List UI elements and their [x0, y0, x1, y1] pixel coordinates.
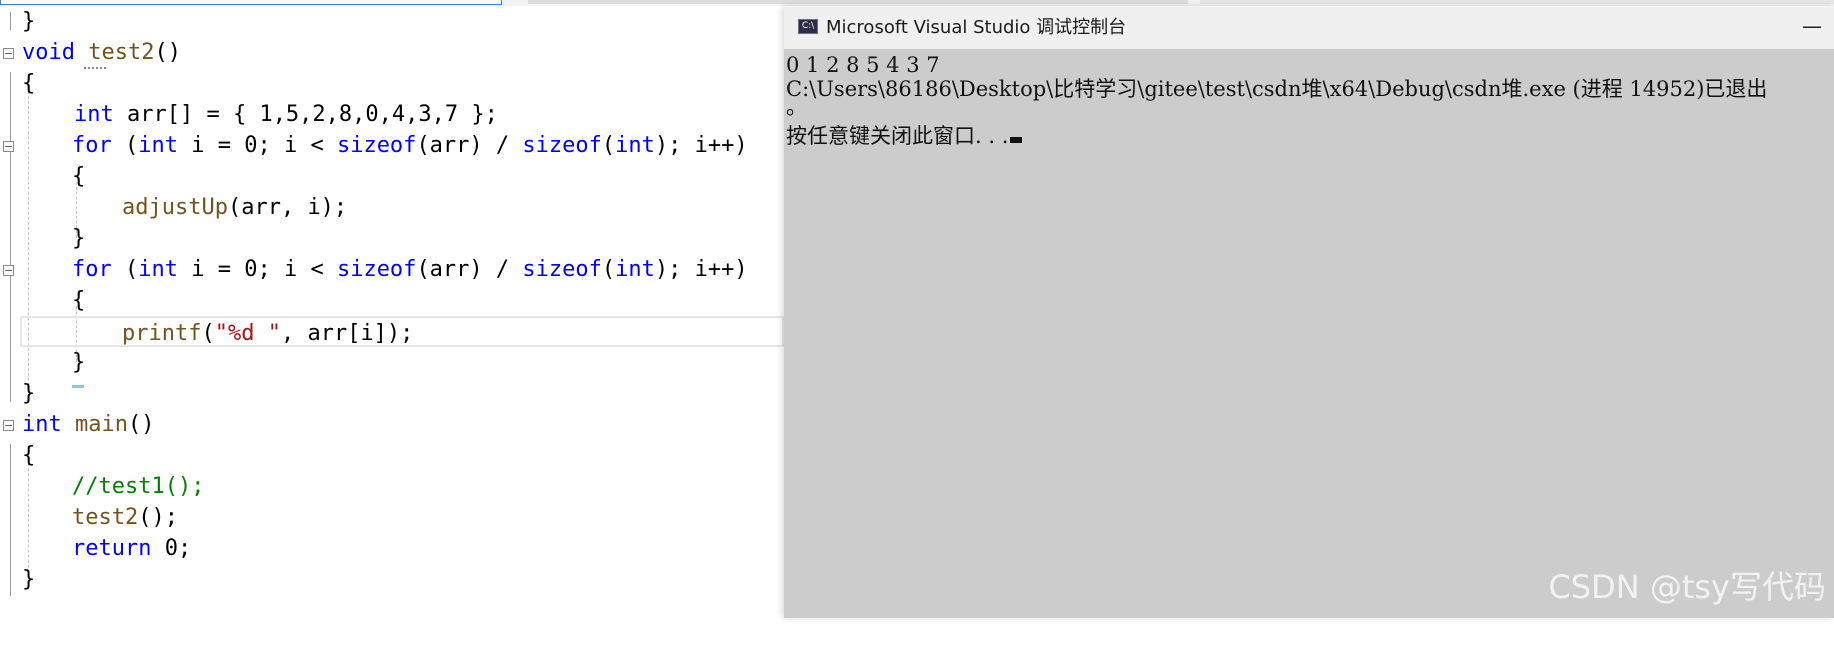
token: { [72, 164, 86, 189]
console-app-icon: C:\ [798, 19, 818, 34]
token: 0; [151, 536, 192, 561]
token: test2 [72, 505, 139, 530]
token: int [22, 412, 62, 437]
token: ); i++) [654, 257, 748, 282]
token: printf [122, 321, 202, 346]
token: ( [601, 257, 616, 282]
token: () [127, 412, 155, 437]
token: { [72, 288, 86, 313]
token: ( [111, 257, 139, 282]
token: test2 [88, 40, 155, 65]
token: "%d " [214, 321, 281, 346]
token: } [72, 226, 86, 251]
token: main [75, 412, 128, 437]
console-output-line: 0 1 2 8 5 4 3 7 [786, 53, 940, 77]
token: i = 0; i < [178, 257, 337, 282]
token: //test1(); [72, 474, 205, 499]
code-line[interactable]: { [0, 285, 784, 316]
debug-console-window[interactable]: C:\ Microsoft Visual Studio 调试控制台 — 0 1 … [784, 6, 1834, 618]
code-line[interactable]: void test2() [0, 37, 784, 68]
token: int [74, 102, 114, 127]
token: } [72, 350, 86, 375]
token: ( [111, 133, 139, 158]
watermark: CSDN @tsy写代码 [1548, 568, 1826, 606]
token: ( [601, 133, 616, 158]
code-line[interactable]: return 0; [0, 533, 784, 564]
code-line[interactable]: for (int i = 0; i < sizeof(arr) / sizeof… [0, 254, 784, 285]
current-line[interactable]: printf("%d ", arr[i]); [20, 316, 784, 347]
token: (arr) / [416, 133, 523, 158]
code-line[interactable]: adjustUp(arr, i); [0, 192, 784, 223]
token: int [615, 257, 655, 282]
token: void [22, 40, 75, 65]
token: for [72, 257, 112, 282]
code-line[interactable]: } [0, 347, 784, 378]
console-output-line: C:\Users\86186\Desktop\比特学习\gitee\test\c… [786, 77, 1768, 101]
text-cursor [1010, 137, 1023, 143]
console-prompt-text: 按任意键关闭此窗口. . . [786, 124, 1009, 148]
code-line[interactable]: { [0, 68, 784, 99]
token: int [138, 257, 178, 282]
code-line[interactable]: { [0, 161, 784, 192]
token: adjustUp [122, 195, 228, 220]
token: (); [138, 505, 178, 530]
code-line[interactable]: } [0, 378, 784, 409]
console-output-line: 。 [786, 95, 807, 119]
token: sizeof [522, 133, 602, 158]
code-line[interactable]: } [0, 564, 784, 595]
console-prompt-line: 按任意键关闭此窗口. . . [786, 124, 1023, 148]
code-editor[interactable]: } − void test2() { int arr[] = { 1,5,2,8… [0, 6, 784, 618]
token: } [22, 381, 36, 406]
code-line[interactable]: int arr[] = { 1,5,2,8,0,4,3,7 }; [0, 99, 784, 130]
token: sizeof [336, 133, 417, 158]
token: sizeof [336, 257, 417, 282]
code-line[interactable]: //test1(); [0, 471, 784, 502]
token: , arr[i]); [280, 321, 414, 346]
tab-strip-segment [528, 0, 1188, 4]
code-line[interactable]: } [0, 223, 784, 254]
token: ); i++) [654, 133, 748, 158]
console-titlebar[interactable]: C:\ Microsoft Visual Studio 调试控制台 — [784, 6, 1834, 49]
token: ( [201, 321, 215, 346]
code-line[interactable]: } [0, 6, 784, 37]
token: } [22, 9, 36, 34]
minimize-button[interactable]: — [1790, 6, 1834, 49]
token: sizeof [522, 257, 602, 282]
token: for [72, 133, 112, 158]
token: { [22, 443, 36, 468]
token: return [72, 536, 152, 561]
token: } [22, 567, 36, 592]
token: int [615, 133, 655, 158]
code-line[interactable]: int main() [0, 409, 784, 440]
token: i = 0; i < [178, 133, 337, 158]
token: (arr) / [416, 257, 523, 282]
token: (arr, i); [227, 195, 348, 220]
code-line[interactable]: test2(); [0, 502, 784, 533]
code-line[interactable]: { [0, 440, 784, 471]
console-title: Microsoft Visual Studio 调试控制台 [826, 17, 1127, 38]
token: arr[] = { 1,5,2,8,0,4,3,7 }; [113, 102, 498, 127]
token: () [154, 40, 181, 65]
tab-strip-segment [1200, 0, 1834, 4]
token: { [22, 71, 36, 96]
active-tab-indicator[interactable] [0, 0, 502, 5]
code-line[interactable]: for (int i = 0; i < sizeof(arr) / sizeof… [0, 130, 784, 161]
token: int [138, 133, 178, 158]
